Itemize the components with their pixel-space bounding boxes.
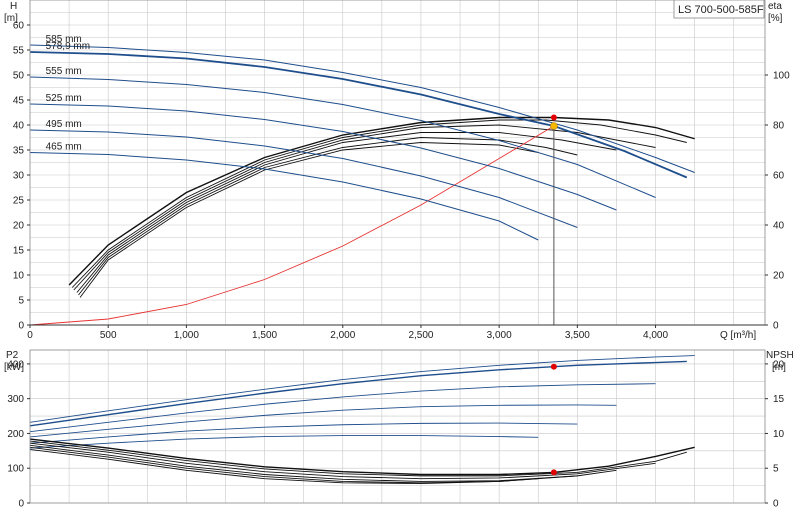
p2-tick-label: 300 [7, 394, 24, 405]
y-axis-unit-eta: [%] [768, 13, 783, 24]
npsh-tick-label: 5 [773, 464, 779, 475]
efficiency-curve [79, 142, 539, 298]
grid-layer [30, 0, 765, 503]
npsh-curve [29, 440, 687, 477]
curve-layer [29, 44, 695, 484]
y-tick-label: 5 [18, 296, 24, 307]
eta-tick-label: 20 [773, 271, 785, 282]
duty-point-power [550, 363, 557, 370]
y-tick-label: 50 [13, 71, 25, 82]
head-curve [29, 152, 539, 241]
npsh-tick-label: 10 [773, 429, 785, 440]
head-curve-label: 578,9 mm [46, 41, 90, 52]
x-tick-label: 4,000 [643, 330, 668, 341]
y-axis-label-eta: eta [768, 1, 782, 12]
eta-tick-label: 40 [773, 221, 785, 232]
x-tick-label: 0 [27, 330, 33, 341]
head-curve [29, 51, 688, 179]
y-tick-label: 20 [13, 221, 25, 232]
y-axis-unit-npsh: [m] [772, 362, 786, 373]
npsh-curve [29, 438, 695, 476]
head-curve-label: 495 mm [46, 119, 82, 130]
p2-tick-label: 200 [7, 429, 24, 440]
system-curve [29, 125, 555, 326]
x-tick-label: 3,000 [487, 330, 512, 341]
duty-point-head [550, 122, 558, 130]
y-tick-label: 15 [13, 246, 25, 257]
npsh-tick-label: 0 [773, 499, 779, 510]
efficiency-curve [78, 137, 578, 296]
eta-tick-label: 80 [773, 121, 785, 132]
y-tick-label: 45 [13, 96, 25, 107]
x-tick-label: 3,500 [565, 330, 590, 341]
model-label: LS 700-500-585F [678, 4, 764, 16]
y-axis-unit-h: [m] [4, 13, 18, 24]
p2-tick-label: 0 [18, 499, 24, 510]
y-axis-label-h: H [10, 1, 17, 12]
y-tick-label: 30 [13, 171, 25, 182]
eta-tick-label: 0 [773, 321, 779, 332]
x-tick-label: 1,000 [174, 330, 199, 341]
x-tick-label: 500 [100, 330, 117, 341]
x-axis-label: Q [m³/h] [720, 330, 756, 341]
y-axis-label-npsh: NPSH [766, 350, 794, 361]
y-tick-label: 55 [13, 46, 25, 57]
p2-tick-label: 100 [7, 464, 24, 475]
frame-layer [27, 0, 768, 504]
head-curve-label: 555 mm [46, 66, 82, 77]
y-axis-label-p2: P2 [6, 350, 19, 361]
eta-tick-label: 100 [773, 71, 790, 82]
npsh-tick-label: 15 [773, 394, 785, 405]
head-curve-label: 465 mm [46, 142, 82, 153]
y-tick-label: 40 [13, 121, 25, 132]
duty-point-npsh [550, 469, 557, 476]
x-tick-label: 1,500 [252, 330, 277, 341]
x-tick-label: 2,500 [408, 330, 433, 341]
y-axis-unit-p2: [kW] [4, 362, 24, 373]
y-tick-label: 10 [13, 271, 25, 282]
y-tick-label: 0 [18, 321, 24, 332]
y-tick-label: 25 [13, 196, 25, 207]
head-curve-label: 525 mm [46, 93, 82, 104]
pump-performance-chart: 0510152025303540455055600204060801000 500… [4, 0, 794, 510]
y-tick-label: 35 [13, 146, 25, 157]
x-tick-label: 2,000 [330, 330, 355, 341]
eta-tick-label: 60 [773, 171, 785, 182]
duty-point-eta [550, 114, 557, 121]
